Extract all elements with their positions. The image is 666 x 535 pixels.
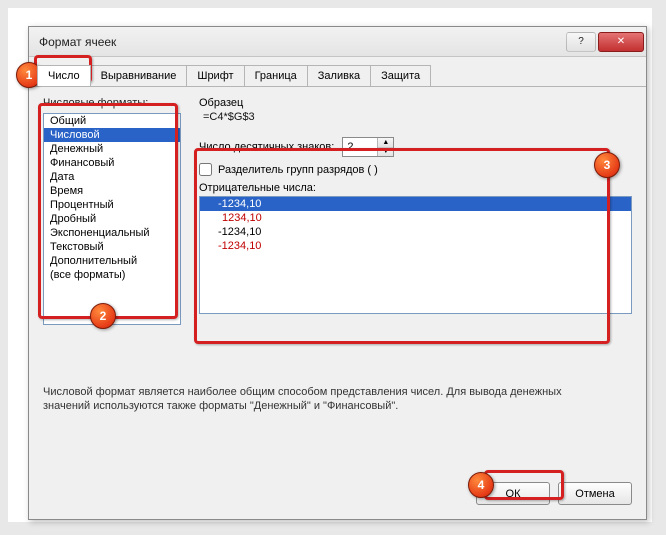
format-item-scientific[interactable]: Экспоненциальный (44, 226, 180, 240)
neg-item-1[interactable]: 1234,10 (200, 211, 631, 225)
sample-label: Образец (199, 97, 632, 109)
formats-label: Числовые форматы: (43, 97, 181, 109)
tab-number[interactable]: Число (37, 65, 91, 86)
format-item-special[interactable]: Дополнительный (44, 254, 180, 268)
window-title: Формат ячеек (39, 35, 564, 49)
ok-button[interactable]: ОК (476, 482, 550, 505)
decimals-label: Число десятичных знаков: (199, 141, 334, 153)
format-item-fraction[interactable]: Дробный (44, 212, 180, 226)
negative-numbers-list[interactable]: -1234,10 1234,10 -1234,10 -1234,10 (199, 196, 632, 314)
format-item-number[interactable]: Числовой (44, 128, 180, 142)
tab-border[interactable]: Граница (244, 65, 308, 86)
thousands-checkbox[interactable] (199, 163, 212, 176)
tab-font[interactable]: Шрифт (186, 65, 244, 86)
format-item-time[interactable]: Время (44, 184, 180, 198)
dialog-body: Числовые форматы: Общий Числовой Денежны… (29, 87, 646, 472)
spinner-up-icon[interactable]: ▲ (378, 138, 393, 148)
format-item-currency[interactable]: Денежный (44, 142, 180, 156)
tab-fill[interactable]: Заливка (307, 65, 371, 86)
tab-protection[interactable]: Защита (370, 65, 431, 86)
close-button[interactable]: ✕ (598, 32, 644, 52)
neg-item-2[interactable]: -1234,10 (200, 225, 631, 239)
format-list[interactable]: Общий Числовой Денежный Финансовый Дата … (43, 113, 181, 325)
format-cells-dialog: Формат ячеек ? ✕ Число Выравнивание Шриф… (28, 26, 647, 520)
tabstrip: Число Выравнивание Шрифт Граница Заливка… (29, 57, 646, 87)
format-item-custom[interactable]: (все форматы) (44, 268, 180, 282)
help-button[interactable]: ? (566, 32, 596, 52)
format-item-text[interactable]: Текстовый (44, 240, 180, 254)
titlebar: Формат ячеек ? ✕ (29, 27, 646, 57)
format-item-percentage[interactable]: Процентный (44, 198, 180, 212)
spinner-down-icon[interactable]: ▼ (378, 148, 393, 157)
negatives-label: Отрицательные числа: (199, 182, 632, 194)
cancel-button[interactable]: Отмена (558, 482, 632, 505)
format-item-accounting[interactable]: Финансовый (44, 156, 180, 170)
thousands-label: Разделитель групп разрядов ( ) (218, 164, 378, 176)
neg-item-3[interactable]: -1234,10 (200, 239, 631, 253)
tab-alignment[interactable]: Выравнивание (90, 65, 188, 86)
outer-frame: Формат ячеек ? ✕ Число Выравнивание Шриф… (8, 8, 652, 522)
neg-item-0[interactable]: -1234,10 (200, 197, 631, 211)
format-description: Числовой формат является наиболее общим … (43, 385, 603, 414)
button-row: ОК Отмена (29, 472, 646, 519)
thousands-checkbox-row[interactable]: Разделитель групп разрядов ( ) (199, 163, 378, 176)
sample-box: Образец =C4*$G$3 (199, 97, 632, 131)
decimals-input[interactable] (343, 138, 377, 156)
sample-value: =C4*$G$3 (199, 109, 632, 131)
decimals-spinner[interactable]: ▲ ▼ (342, 137, 394, 157)
format-item-general[interactable]: Общий (44, 114, 180, 128)
format-item-date[interactable]: Дата (44, 170, 180, 184)
